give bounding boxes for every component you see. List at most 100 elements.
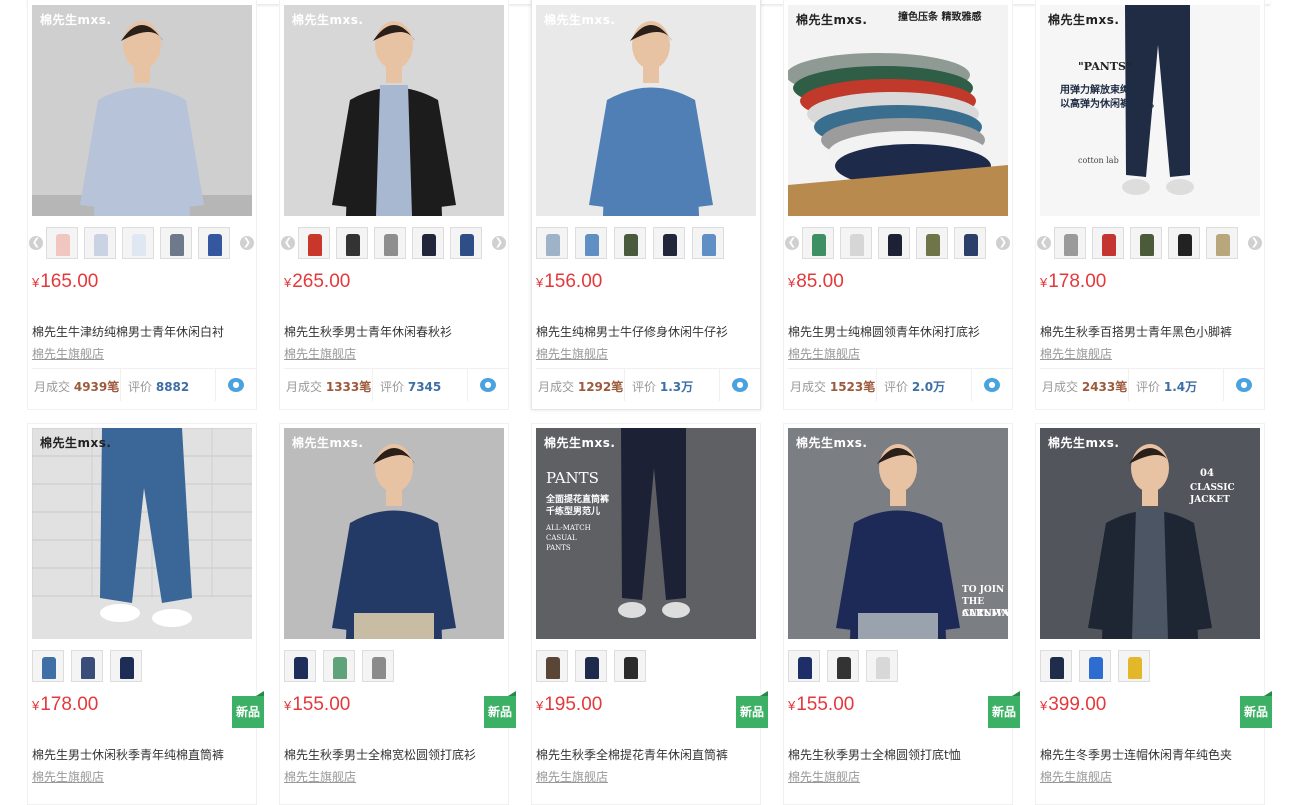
product-card[interactable]: 棉先生mxs. ❮ ❯ ¥265.00 棉先生秋季男士青年休闲春秋衫 棉先生旗舰店 月成交 … [279,0,509,410]
color-thumbnail[interactable] [614,650,646,682]
product-card[interactable]: 棉先生mxs. PANTS 全面提花直筒裤 千练型男范儿 ALL-MATCH CASUAL… [531,423,768,805]
color-thumbnail[interactable] [614,227,646,259]
wangwang-chat-icon[interactable]: ● [732,378,748,392]
next-arrow-icon[interactable]: ❯ [240,236,254,250]
color-thumbnail[interactable] [336,227,368,259]
wangwang-chat-icon[interactable]: ● [480,378,496,392]
color-thumbnail[interactable] [122,227,154,259]
product-title[interactable]: 棉先生秋季男士青年休闲春秋衫 [284,323,504,340]
product-image[interactable]: 棉先生mxs. [284,428,504,639]
prev-arrow-icon[interactable]: ❮ [29,236,43,250]
color-thumbnail[interactable] [954,227,986,259]
product-title[interactable]: 棉先生牛津纺纯棉男士青年休闲白衬 [32,323,252,340]
shop-link[interactable]: 棉先生旗舰店 [1040,768,1112,785]
product-title[interactable]: 棉先生秋季男士全棉圆领打底t恤 [788,746,1008,763]
shop-link[interactable]: 棉先生旗舰店 [788,768,860,785]
wangwang-chat-icon[interactable]: ● [228,378,244,392]
color-thumbnail[interactable] [692,227,724,259]
monthly-sales: 月成交 2433笔 [1042,380,1128,394]
color-thumbnail[interactable] [1206,227,1238,259]
product-image[interactable]: 棉先生mxs. [284,5,504,216]
product-image[interactable]: 棉先生mxs. [536,5,756,216]
review-count[interactable]: 评价 8882 [128,378,189,395]
product-image[interactable]: 棉先生mxs. [32,428,252,639]
shop-link[interactable]: 棉先生旗舰店 [284,345,356,362]
review-count[interactable]: 评价 1.3万 [632,378,693,395]
wangwang-chat-icon[interactable]: ● [1236,378,1252,392]
product-card[interactable]: 棉先生mxs.TO JOINTHE AUTUMNCARNIVAL¥155.00新… [783,423,1020,805]
color-thumbnail[interactable] [1168,227,1200,259]
product-title[interactable]: 棉先生冬季男士连帽休闲青年纯色夹 [1040,746,1260,763]
shop-link[interactable]: 棉先生旗舰店 [284,768,356,785]
product-card[interactable]: 棉先生mxs. ¥178.00 新品 棉先生男士休闲秋季青年纯棉直筒裤 棉先生旗舰店 [27,423,264,805]
color-thumbnail[interactable] [840,227,872,259]
wangwang-chat-icon[interactable]: ● [984,378,1000,392]
product-image[interactable]: 棉先生mxs.TO JOINTHE AUTUMNCARNIVAL [788,428,1008,639]
color-thumbnail[interactable] [878,227,910,259]
color-thumbnail[interactable] [575,227,607,259]
shop-link[interactable]: 棉先生旗舰店 [788,345,860,362]
next-arrow-icon[interactable]: ❯ [996,236,1010,250]
color-thumbnail[interactable] [32,650,64,682]
product-title[interactable]: 棉先生秋季全棉提花青年休闲直筒裤 [536,746,756,763]
next-arrow-icon[interactable]: ❯ [492,236,506,250]
review-count[interactable]: 评价 7345 [380,378,441,395]
color-thumbnail[interactable] [323,650,355,682]
product-title[interactable]: 棉先生秋季男士全棉宽松圆领打底衫 [284,746,504,763]
color-thumbnail[interactable] [284,650,316,682]
product-title[interactable]: 棉先生纯棉男士牛仔修身休闲牛仔衫 [536,323,756,340]
product-image[interactable]: 棉先生mxs. PANTS 全面提花直筒裤 千练型男范儿 ALL-MATCH CASUAL… [536,428,756,639]
product-card[interactable]: 棉先生mxs. ❮ ❯ ¥165.00 棉先生牛津纺纯棉男士青年休闲白衬 棉先生旗舰店 月成… [27,0,257,410]
shop-link[interactable]: 棉先生旗舰店 [536,768,608,785]
color-thumbnail[interactable] [827,650,859,682]
color-thumbnail[interactable] [198,227,230,259]
color-thumbnail[interactable] [802,227,834,259]
color-thumbnail[interactable] [46,227,78,259]
color-thumbnail[interactable] [916,227,948,259]
product-image[interactable]: 棉先生mxs. 撞色压条 精致雅感 [788,5,1008,216]
color-thumbnail[interactable] [866,650,898,682]
color-thumbnail[interactable] [374,227,406,259]
color-thumbnail[interactable] [1130,227,1162,259]
product-image[interactable]: 棉先生mxs. [32,5,252,216]
shop-link[interactable]: 棉先生旗舰店 [32,768,104,785]
product-card[interactable]: 棉先生mxs. ¥156.00 棉先生纯棉男士牛仔修身休闲牛仔衫 棉先生旗舰店 月成交 … [531,0,761,410]
color-thumbnail[interactable] [1079,650,1111,682]
color-thumbnail[interactable] [160,227,192,259]
color-thumbnail[interactable] [1118,650,1150,682]
color-thumbnail[interactable] [1092,227,1124,259]
review-count[interactable]: 评价 1.4万 [1136,378,1197,395]
color-thumbnail[interactable] [536,227,568,259]
shop-link[interactable]: 棉先生旗舰店 [32,345,104,362]
review-count[interactable]: 评价 2.0万 [884,378,945,395]
product-price: ¥165.00 [32,271,99,292]
color-thumbnail[interactable] [575,650,607,682]
product-title[interactable]: 棉先生男士休闲秋季青年纯棉直筒裤 [32,746,252,763]
color-thumbnail[interactable] [450,227,482,259]
color-thumbnail[interactable] [1040,650,1072,682]
product-image[interactable]: 棉先生mxs. 04 CLASSIC JACKET [1040,428,1260,639]
color-thumbnail[interactable] [788,650,820,682]
prev-arrow-icon[interactable]: ❮ [1037,236,1051,250]
next-arrow-icon[interactable]: ❯ [1248,236,1262,250]
color-thumbnail[interactable] [298,227,330,259]
color-thumbnail[interactable] [536,650,568,682]
product-image[interactable]: 棉先生mxs. "PANTS" 用弹力解放束缚， 以高弹为休闲裤正名。 cotton l… [1040,5,1260,216]
color-thumbnail[interactable] [71,650,103,682]
product-title[interactable]: 棉先生秋季百搭男士青年黑色小脚裤 [1040,323,1260,340]
product-card[interactable]: 棉先生mxs. "PANTS" 用弹力解放束缚， 以高弹为休闲裤正名。 cotton l… [1035,0,1265,410]
product-card[interactable]: 棉先生mxs. 撞色压条 精致雅感 ❮ ❯ ¥85.00 棉先生男士纯棉圆领青年休闲打底衫… [783,0,1013,410]
prev-arrow-icon[interactable]: ❮ [785,236,799,250]
shop-link[interactable]: 棉先生旗舰店 [536,345,608,362]
color-thumbnail[interactable] [412,227,444,259]
color-thumbnail[interactable] [1054,227,1086,259]
color-thumbnail[interactable] [110,650,142,682]
shop-link[interactable]: 棉先生旗舰店 [1040,345,1112,362]
product-title[interactable]: 棉先生男士纯棉圆领青年休闲打底衫 [788,323,1008,340]
prev-arrow-icon[interactable]: ❮ [281,236,295,250]
product-card[interactable]: 棉先生mxs. ¥155.00 新品 棉先生秋季男士全棉宽松圆领打底衫 棉先生旗舰店 [279,423,516,805]
color-thumbnail[interactable] [653,227,685,259]
color-thumbnail[interactable] [84,227,116,259]
color-thumbnail[interactable] [362,650,394,682]
product-card[interactable]: 棉先生mxs. 04 CLASSIC JACKET ¥399.00 新品 棉先生冬季男士连… [1035,423,1272,805]
